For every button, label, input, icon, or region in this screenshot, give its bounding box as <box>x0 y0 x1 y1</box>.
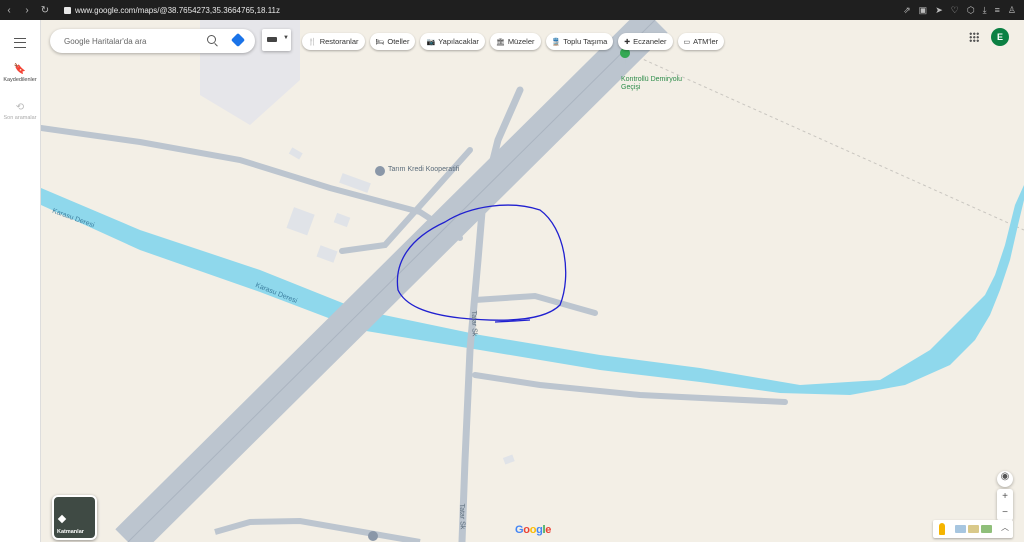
bed-icon: 🛏 <box>375 38 385 46</box>
back-icon[interactable]: ‹ <box>0 5 18 16</box>
recent-searches-button[interactable]: ⟲ Son aramalar <box>0 102 40 121</box>
chip-label: Eczaneler <box>633 37 667 46</box>
camera-icon: 📷 <box>426 38 436 46</box>
directions-icon[interactable] <box>230 32 246 48</box>
fork-knife-icon: 🍴 <box>308 38 317 46</box>
extensions-icon[interactable]: ⬡ <box>967 5 975 16</box>
chip-label: Restoranlar <box>319 37 359 46</box>
keyboard-icon <box>267 37 277 42</box>
chip-label: Toplu Taşıma <box>563 37 608 46</box>
download-icon[interactable]: ⤓ <box>983 5 987 16</box>
recent-label: Son aramalar <box>3 115 37 121</box>
chip-label: Oteller <box>387 37 410 46</box>
chip-museums[interactable]: 🏛 Müzeler <box>489 33 541 50</box>
chip-atms[interactable]: ▭ ATM'ler <box>677 33 725 50</box>
chip-label: Yapılacaklar <box>438 37 479 46</box>
bottom-marker <box>368 531 378 541</box>
search-icon[interactable] <box>207 35 216 44</box>
left-rail: 🔖 Kaydedilenler ⟲ Son aramalar <box>0 20 41 542</box>
chip-things-to-do[interactable]: 📷 Yapılacaklar <box>420 33 485 50</box>
heart-icon[interactable]: ♡ <box>951 5 959 16</box>
chip-transit[interactable]: 🚆 Toplu Taşıma <box>545 33 614 50</box>
atm-icon: ▭ <box>683 38 691 46</box>
poi-label[interactable]: Tarım Kredi Kooperatifi <box>388 166 459 173</box>
map-graphics <box>41 20 1024 542</box>
chip-label: ATM'ler <box>693 37 719 46</box>
chip-hotels[interactable]: 🛏 Oteller <box>369 33 416 50</box>
search-box <box>50 29 255 53</box>
search-input[interactable] <box>62 35 196 47</box>
saved-label: Kaydedilenler <box>3 77 37 83</box>
pegman-icon[interactable] <box>939 523 945 535</box>
train-icon: 🚆 <box>551 38 561 46</box>
chip-label: Müzeler <box>507 37 535 46</box>
street-view-thumb[interactable] <box>955 525 966 533</box>
layers-label: Katmanlar <box>57 529 84 535</box>
my-location-button[interactable]: ◉ <box>997 471 1013 487</box>
browser-tools: ⇗ ▣ ➤ ♡ ⬡ ⤓ ≡ ♙ <box>903 5 1024 16</box>
history-icon: ⟲ <box>15 102 25 113</box>
share-icon[interactable]: ⇗ <box>903 5 911 16</box>
satellite-thumb[interactable] <box>981 525 992 533</box>
museum-icon: 🏛 <box>495 38 505 46</box>
zoom-in-button[interactable]: + <box>997 489 1013 505</box>
bottom-toolbar: ︿ <box>933 520 1013 538</box>
chip-restaurants[interactable]: 🍴 Restoranlar <box>302 33 365 50</box>
category-chips: 🍴 Restoranlar 🛏 Oteller 📷 Yapılacaklar 🏛 Müz… <box>302 33 725 50</box>
location-icon: ◉ <box>1000 471 1010 482</box>
hamburger-menu-icon[interactable] <box>14 38 26 48</box>
terrain-thumb[interactable] <box>968 525 979 533</box>
forward-icon[interactable]: › <box>18 5 36 16</box>
bookmark-icon: 🔖 <box>13 64 27 75</box>
street-label-1: Tatar Sk <box>469 310 478 337</box>
send-icon[interactable]: ➤ <box>935 5 943 16</box>
zoom-out-button[interactable]: − <box>997 505 1013 521</box>
input-tools-button[interactable]: ▼ <box>262 29 291 51</box>
saved-button[interactable]: 🔖 Kaydedilenler <box>0 64 40 83</box>
caret-down-icon[interactable]: ▼ <box>283 35 289 41</box>
menu-icon-browser[interactable]: ≡ <box>995 5 1000 16</box>
browser-bar: ‹ › ↻ www.google.com/maps/@38.7654273,35… <box>0 0 1024 20</box>
screenshot-icon[interactable]: ▣ <box>919 5 928 16</box>
google-apps-icon[interactable] <box>969 32 979 42</box>
avatar[interactable]: E <box>991 28 1009 46</box>
layers-icon <box>57 514 67 524</box>
chevron-up-icon[interactable]: ︿ <box>1001 522 1009 533</box>
pharmacy-icon: ✚ <box>624 38 631 46</box>
address-bar[interactable]: www.google.com/maps/@38.7654273,35.36647… <box>64 6 280 15</box>
poi-marker <box>375 166 385 176</box>
chip-pharmacies[interactable]: ✚ Eczaneler <box>618 33 673 50</box>
rail-crossing-label[interactable]: Kontrollü Demiryolu Geçişi <box>621 76 691 92</box>
url-text: www.google.com/maps/@38.7654273,35.36647… <box>75 5 281 15</box>
zoom-controls: + − <box>997 489 1013 521</box>
profile-icon[interactable]: ♙ <box>1008 5 1016 16</box>
google-logo: Google <box>515 524 552 536</box>
street-label-2: Tatar Sk <box>457 503 466 530</box>
map-canvas[interactable]: Karasu Deresi Karasu Deresi Tarım Kredi … <box>41 20 1024 542</box>
layers-button[interactable]: Katmanlar <box>52 495 97 540</box>
reload-icon[interactable]: ↻ <box>36 5 54 16</box>
lock-icon <box>64 6 71 14</box>
